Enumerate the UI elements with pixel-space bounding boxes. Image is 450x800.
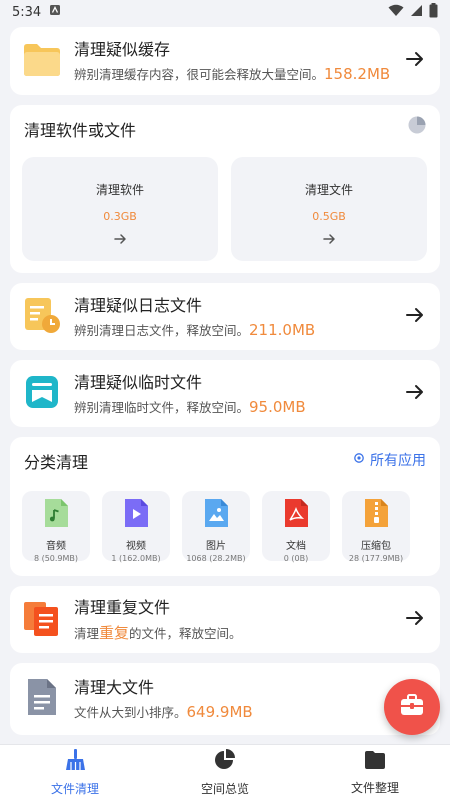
clean-software-label: 清理软件	[95, 183, 144, 197]
all-apps-link[interactable]: 所有应用	[353, 450, 426, 470]
clean-software-button[interactable]: 清理软件 0.3GB	[22, 157, 218, 261]
clean-software-size: 0.3GB	[103, 210, 137, 223]
log-clean-card[interactable]: 清理疑似日志文件 辨别清理日志文件，释放空间。211.0MB	[10, 283, 440, 350]
wifi-icon	[388, 4, 404, 21]
log-card-title: 清理疑似日志文件	[74, 295, 203, 315]
category-name: 文档	[286, 541, 306, 552]
temp-card-title: 清理疑似临时文件	[74, 372, 203, 392]
large-files-card[interactable]: 清理大文件 文件从大到小排序。649.9MB	[10, 663, 440, 735]
cache-size-value: 158.2MB	[324, 65, 391, 83]
large-file-icon	[22, 677, 62, 721]
cache-clean-card[interactable]: 清理疑似缓存 辨别清理缓存内容，很可能会释放大量空间。158.2MB	[10, 27, 440, 95]
category-archive[interactable]: 压缩包 28 (177.9MB)	[342, 491, 410, 563]
category-image[interactable]: 图片 1068 (28.2MB)	[182, 491, 250, 563]
duplicate-clean-card[interactable]: 清理重复文件 清理重复的文件，释放空间。	[10, 586, 440, 653]
duplicate-file-icon	[22, 598, 62, 642]
bottom-navigation: 文件清理 空间总览 文件整理	[0, 744, 450, 800]
large-size-value: 649.9MB	[186, 703, 253, 721]
image-file-icon	[201, 497, 231, 533]
status-time: 5:34	[12, 4, 42, 20]
cache-card-subtitle: 辨别清理缓存内容，很可能会释放大量空间。158.2MB	[74, 65, 391, 83]
cache-card-title: 清理疑似缓存	[74, 40, 171, 59]
nav-tab-file-organize[interactable]: 文件整理	[300, 745, 450, 800]
toolbox-fab-button[interactable]	[384, 679, 440, 735]
all-apps-label: 所有应用	[370, 453, 426, 469]
category-name: 压缩包	[361, 541, 391, 552]
pie-chart-icon	[213, 748, 237, 776]
duplicate-card-subtitle: 清理重复的文件，释放空间。	[74, 623, 242, 642]
video-file-icon	[121, 497, 151, 533]
category-count: 8 (50.9MB)	[33, 554, 79, 563]
zip-file-icon	[361, 497, 391, 533]
broom-icon	[63, 748, 87, 776]
category-video[interactable]: 视频 1 (162.0MB)	[102, 491, 170, 563]
nav-label: 文件整理	[350, 781, 399, 795]
folder-icon	[22, 41, 62, 81]
arrow-right-icon[interactable]	[404, 304, 426, 330]
nav-label: 文件清理	[50, 782, 99, 796]
large-card-title: 清理大文件	[74, 678, 155, 697]
log-card-subtitle: 辨别清理日志文件，释放空间。211.0MB	[74, 320, 316, 339]
battery-icon	[429, 2, 438, 22]
category-audio[interactable]: 音频 8 (50.9MB)	[22, 491, 90, 563]
nav-tab-file-clean[interactable]: 文件清理	[0, 745, 150, 800]
log-file-icon	[22, 295, 62, 339]
duplicate-card-title: 清理重复文件	[74, 597, 171, 617]
signal-icon	[410, 4, 423, 21]
category-section: 分类清理 所有应用 音频 8 (50.9MB) 视频 1 (162.0MB) 图…	[10, 437, 440, 576]
category-document[interactable]: 文档 0 (0B)	[262, 491, 330, 563]
arrow-right-icon[interactable]	[404, 48, 426, 74]
temp-file-icon	[22, 372, 62, 416]
arrow-right-icon[interactable]	[404, 607, 426, 633]
temp-size-value: 95.0MB	[249, 397, 306, 416]
pie-chart-icon[interactable]	[407, 115, 427, 139]
arrow-right-icon[interactable]	[404, 381, 426, 407]
clean-files-button[interactable]: 清理文件 0.5GB	[231, 157, 427, 261]
audio-file-icon	[41, 497, 71, 533]
category-count: 28 (177.9MB)	[348, 554, 404, 563]
duplicate-highlight: 重复	[99, 623, 130, 642]
category-count: 1 (162.0MB)	[111, 554, 161, 563]
target-icon	[353, 452, 365, 468]
section-title: 清理软件或文件	[24, 121, 137, 140]
section-title: 分类清理	[24, 453, 89, 472]
arrow-right-icon	[22, 231, 218, 250]
temp-card-subtitle: 辨别清理临时文件，释放空间。95.0MB	[74, 397, 306, 416]
category-name: 视频	[126, 541, 146, 552]
clean-files-size: 0.5GB	[312, 210, 346, 223]
status-bar: 5:34	[0, 0, 450, 24]
category-count: 0 (0B)	[283, 554, 309, 563]
pdf-file-icon	[281, 497, 311, 533]
toolbox-icon	[399, 693, 425, 721]
nav-tab-space-overview[interactable]: 空间总览	[150, 745, 300, 800]
nav-label: 空间总览	[200, 782, 249, 796]
notification-icon	[49, 4, 61, 20]
large-card-subtitle: 文件从大到小排序。649.9MB	[74, 703, 253, 721]
folder-icon	[363, 749, 387, 775]
arrow-right-icon	[231, 231, 427, 250]
temp-clean-card[interactable]: 清理疑似临时文件 辨别清理临时文件，释放空间。95.0MB	[10, 360, 440, 427]
log-size-value: 211.0MB	[249, 320, 316, 339]
clean-files-label: 清理文件	[304, 183, 353, 197]
category-name: 图片	[206, 541, 226, 552]
software-file-section: 清理软件或文件 清理软件 0.3GB 清理文件 0.5GB	[10, 105, 440, 273]
category-count: 1068 (28.2MB)	[186, 554, 246, 563]
category-name: 音频	[46, 541, 66, 552]
